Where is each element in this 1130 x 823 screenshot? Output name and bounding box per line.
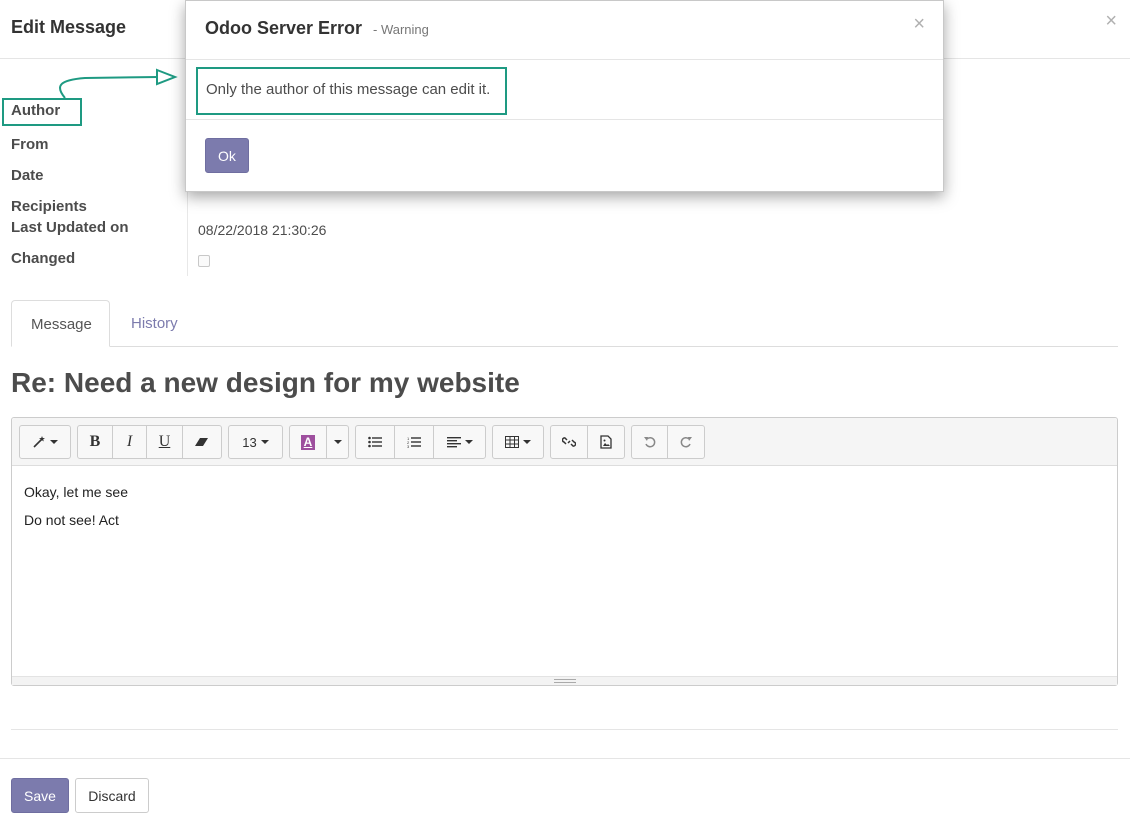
link-icon (562, 437, 576, 447)
image-icon (600, 435, 612, 449)
style-dropdown-button[interactable] (19, 425, 71, 459)
redo-button[interactable] (667, 425, 705, 459)
editor-resize-handle[interactable] (12, 676, 1117, 685)
footer-divider (0, 758, 1130, 759)
save-button[interactable]: Save (11, 778, 69, 813)
error-dialog: Odoo Server Error - Warning × Only the a… (185, 0, 944, 192)
svg-text:3: 3 (407, 444, 410, 448)
text-color-button[interactable]: A (289, 425, 327, 459)
page-title: Edit Message (11, 17, 127, 37)
from-label: From (11, 136, 49, 153)
clear-format-button[interactable] (182, 425, 222, 459)
insert-image-button[interactable] (587, 425, 625, 459)
italic-button[interactable]: I (112, 425, 147, 459)
ordered-list-button[interactable]: 123 (394, 425, 434, 459)
editor-line: Do not see! Act (24, 512, 119, 528)
font-size-value: 13 (242, 434, 257, 450)
tab-history[interactable]: History (112, 300, 197, 347)
changed-label: Changed (11, 250, 76, 267)
tab-message[interactable]: Message (11, 300, 110, 347)
font-color-icon: A (301, 434, 315, 450)
editor-line: Okay, let me see (24, 484, 129, 500)
last-updated-label: Last Updated on (11, 219, 129, 236)
close-icon[interactable]: × (1105, 11, 1117, 31)
recipients-label: Recipients (11, 198, 87, 215)
eraser-icon (195, 438, 208, 446)
dialog-title: Odoo Server Error (205, 18, 363, 38)
undo-button[interactable] (631, 425, 668, 459)
message-editor: B I U 13 A 123 Okay, let me see Do not s… (11, 417, 1118, 686)
ok-button[interactable]: Ok (205, 138, 249, 173)
chevron-down-icon (260, 440, 269, 444)
table-dropdown-button[interactable] (492, 425, 544, 459)
dialog-header: Odoo Server Error - Warning × (186, 1, 943, 60)
divider (11, 729, 1118, 730)
chevron-down-icon (523, 440, 531, 444)
align-dropdown-button[interactable] (433, 425, 486, 459)
redo-icon (680, 436, 692, 448)
discard-button[interactable]: Discard (75, 778, 149, 813)
editor-toolbar: B I U 13 A 123 (12, 418, 1117, 466)
ordered-list-icon: 123 (407, 436, 421, 448)
dialog-footer-divider (186, 119, 943, 120)
unordered-list-button[interactable] (355, 425, 395, 459)
magic-wand-icon (33, 436, 45, 448)
notebook-tabs: Message History (11, 300, 1118, 347)
dialog-subtitle: - Warning (373, 22, 429, 37)
chevron-down-icon (464, 440, 473, 444)
close-icon[interactable]: × (913, 14, 925, 34)
table-icon (505, 436, 519, 448)
editor-content[interactable]: Okay, let me see Do not see! Act (24, 478, 128, 534)
undo-icon (643, 436, 655, 448)
chevron-down-icon (333, 440, 342, 444)
last-updated-value: 08/22/2018 21:30:26 (198, 222, 327, 238)
color-dropdown-button[interactable] (326, 425, 349, 459)
changed-checkbox[interactable] (198, 255, 210, 267)
insert-link-button[interactable] (550, 425, 588, 459)
align-left-icon (446, 437, 461, 448)
message-subject[interactable]: Re: Need a new design for my website (11, 367, 520, 399)
dialog-message: Only the author of this message can edit… (196, 67, 507, 115)
unordered-list-icon (368, 436, 382, 448)
date-label: Date (11, 167, 44, 184)
grip-icon (554, 679, 576, 683)
annotation-arrow-icon (59, 68, 178, 99)
bold-button[interactable]: B (77, 425, 113, 459)
chevron-down-icon (50, 440, 58, 444)
font-size-dropdown[interactable]: 13 (228, 425, 283, 459)
underline-button[interactable]: U (146, 425, 183, 459)
